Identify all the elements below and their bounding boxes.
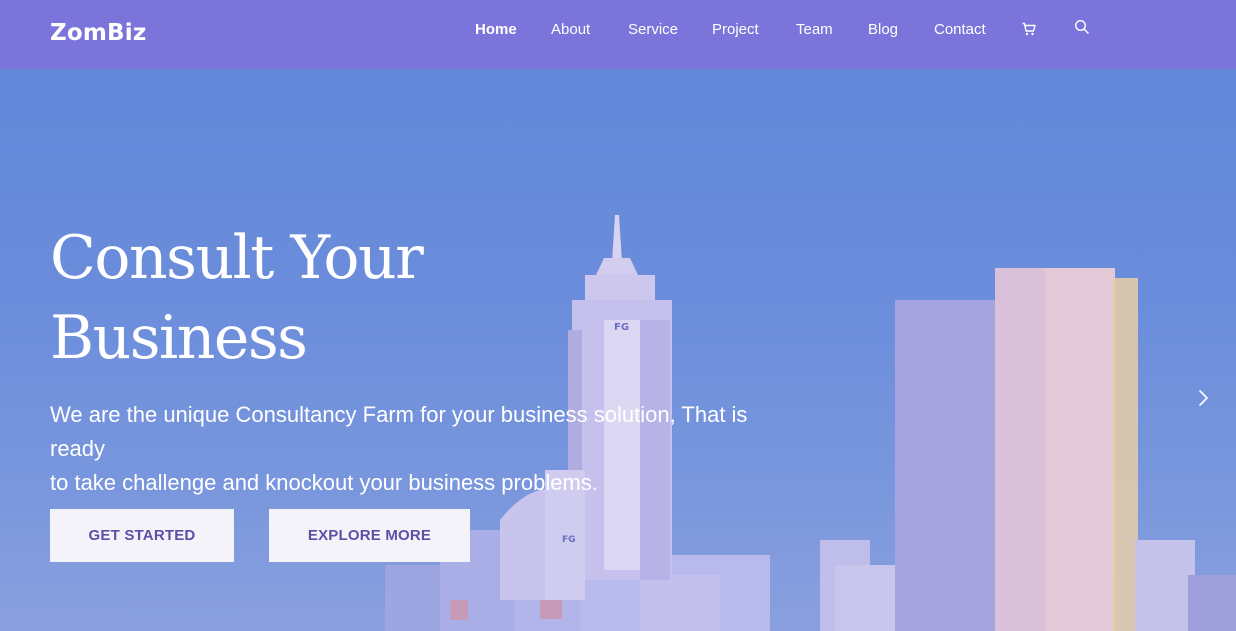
nav-item-blog[interactable]: Blog	[868, 21, 898, 38]
site-header: ZomBiz Home About Service Project Team B…	[0, 0, 1236, 69]
nav-item-service[interactable]: Service	[628, 21, 678, 38]
chevron-right-icon[interactable]	[1193, 388, 1213, 408]
get-started-button[interactable]: GET STARTED	[50, 509, 234, 562]
nav-item-contact[interactable]: Contact	[934, 21, 986, 38]
svg-text:FG: FG	[614, 322, 629, 333]
nav-item-about[interactable]: About	[551, 21, 590, 38]
explore-more-button[interactable]: EXPLORE MORE	[269, 509, 470, 562]
cart-icon[interactable]	[1021, 21, 1037, 37]
brand-logo[interactable]: ZomBiz	[50, 20, 146, 46]
hero-headline-line1: Consult Your	[50, 223, 424, 293]
hero-headline-line2: Business	[50, 303, 308, 373]
hero-headline: Consult Your Business	[50, 218, 570, 378]
nav-item-project[interactable]: Project	[712, 21, 759, 38]
search-icon[interactable]	[1074, 19, 1090, 35]
hero-subtext-line1: We are the unique Consultancy Farm for y…	[50, 402, 748, 461]
hero-subtext-line2: to take challenge and knockout your busi…	[50, 470, 598, 495]
hero-subtext: We are the unique Consultancy Farm for y…	[50, 398, 790, 500]
nav-item-team[interactable]: Team	[796, 21, 833, 38]
nav-item-home[interactable]: Home	[475, 21, 517, 38]
svg-text:FG: FG	[562, 535, 576, 545]
